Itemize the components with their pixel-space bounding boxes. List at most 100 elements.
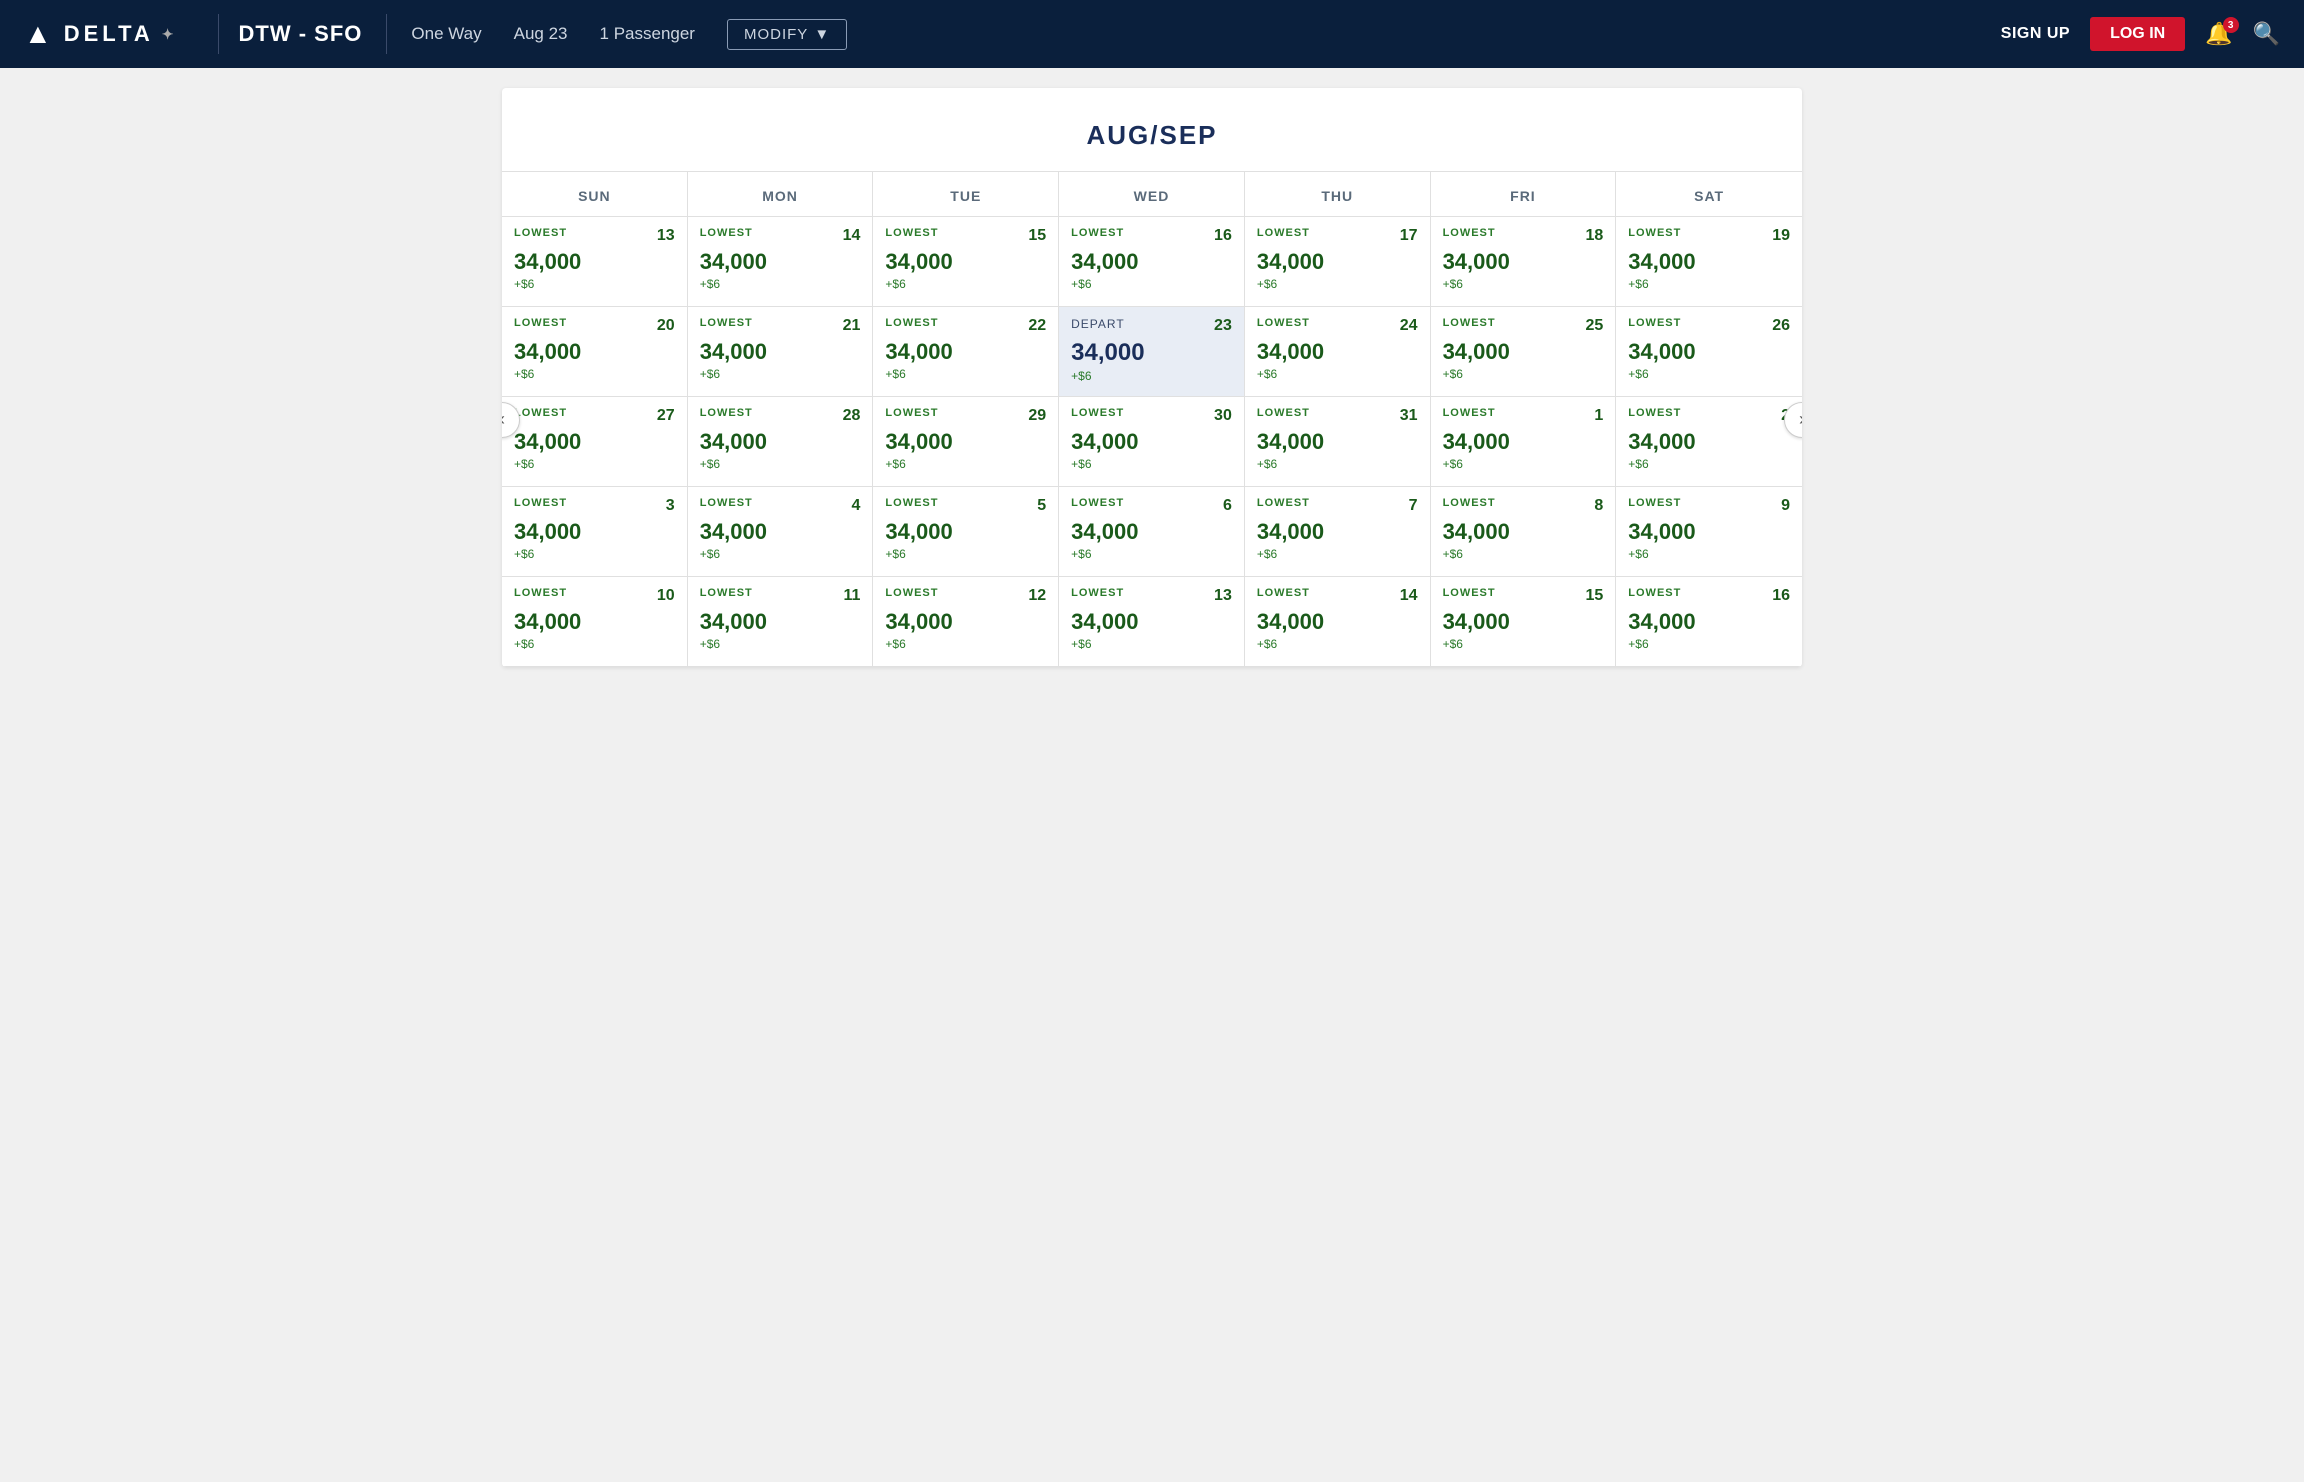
cell-price: 34,000	[1257, 519, 1418, 545]
cell-price: 34,000	[885, 519, 1046, 545]
calendar-cell[interactable]: LOWEST2134,000+$6	[688, 307, 874, 397]
cell-fee: +$6	[1071, 369, 1232, 383]
trip-date: Aug 23	[514, 24, 568, 44]
calendar-cell[interactable]: LOWEST3034,000+$6	[1059, 397, 1245, 487]
cell-label: LOWEST	[1628, 407, 1681, 419]
notification-badge: 3	[2223, 17, 2239, 33]
calendar-cell[interactable]: LOWEST2934,000+$6	[873, 397, 1059, 487]
cell-price: 34,000	[514, 249, 675, 275]
calendar-cell[interactable]: LOWEST 14 34,000 +$6	[688, 217, 874, 307]
delta-logo: ▲ DELTA ✦	[24, 18, 198, 50]
cell-label: LOWEST	[1628, 227, 1681, 239]
modify-label: MODIFY	[744, 26, 808, 43]
cell-fee: +$6	[1628, 637, 1790, 651]
signup-button[interactable]: SIGN UP	[2001, 25, 2070, 43]
calendar-cell[interactable]: LOWEST1434,000+$6	[1245, 577, 1431, 667]
cell-fee: +$6	[514, 457, 675, 471]
cell-fee: +$6	[885, 277, 1046, 291]
calendar-cell[interactable]: LOWEST1934,000+$6	[1616, 217, 1802, 307]
calendar-cell[interactable]: LOWEST2734,000+$6	[502, 397, 688, 487]
calendar-cell[interactable]: LOWEST434,000+$6	[688, 487, 874, 577]
cell-date: 14	[843, 227, 861, 245]
calendar-cell[interactable]: LOWEST1734,000+$6	[1245, 217, 1431, 307]
calendar-cell[interactable]: LOWEST934,000+$6	[1616, 487, 1802, 577]
calendar-cell[interactable]: LOWEST134,000+$6	[1431, 397, 1617, 487]
cell-label: LOWEST	[1257, 407, 1310, 419]
calendar-cell[interactable]: LOWEST1034,000+$6	[502, 577, 688, 667]
calendar-grid: LOWEST1334,000+$6LOWEST1434,000+$6LOWEST…	[502, 217, 1802, 667]
calendar-cell[interactable]: LOWEST834,000+$6	[1431, 487, 1617, 577]
cell-fee: +$6	[1071, 457, 1232, 471]
cell-date: 21	[843, 317, 861, 335]
calendar-cell[interactable]: LOWEST3134,000+$6	[1245, 397, 1431, 487]
calendar-cell[interactable]: LOWEST2434,000+$6	[1245, 307, 1431, 397]
cell-fee: +$6	[1443, 277, 1604, 291]
calendar-cell[interactable]: LOWEST1534,000+$6	[1431, 577, 1617, 667]
cell-label: LOWEST	[1071, 227, 1124, 239]
cell-fee: +$6	[1628, 367, 1790, 381]
cell-price: 34,000	[1071, 429, 1232, 455]
cell-fee: +$6	[885, 367, 1046, 381]
calendar-cell[interactable]: LOWEST534,000+$6	[873, 487, 1059, 577]
cell-date: 15	[1585, 587, 1603, 605]
cell-label: LOWEST	[700, 227, 753, 239]
cell-label: LOWEST	[1443, 497, 1496, 509]
calendar-cell[interactable]: Depart2334,000+$6	[1059, 307, 1245, 397]
modify-button[interactable]: MODIFY ▼	[727, 19, 847, 50]
day-header-mon: MON	[688, 172, 874, 216]
cell-fee: +$6	[1443, 457, 1604, 471]
calendar-cell[interactable]: LOWEST1334,000+$6	[1059, 577, 1245, 667]
cell-label: LOWEST	[1071, 497, 1124, 509]
cell-price: 34,000	[700, 519, 861, 545]
cell-fee: +$6	[1071, 547, 1232, 561]
header-actions: SIGN UP LOG IN 🔔 3 🔍	[2001, 17, 2280, 51]
calendar-cell[interactable]: LOWEST2234,000+$6	[873, 307, 1059, 397]
logo-text: DELTA	[64, 21, 154, 47]
cell-label: LOWEST	[885, 497, 938, 509]
search-button[interactable]: 🔍	[2253, 21, 2280, 47]
calendar-cell[interactable]: LOWEST1134,000+$6	[688, 577, 874, 667]
cell-label: LOWEST	[700, 587, 753, 599]
calendar-cell[interactable]: LOWEST1634,000+$6	[1059, 217, 1245, 307]
cell-fee: +$6	[1628, 277, 1790, 291]
cell-fee: +$6	[700, 277, 861, 291]
cell-label: LOWEST	[1443, 227, 1496, 239]
cell-label: LOWEST	[700, 317, 753, 329]
cell-label: LOWEST	[1443, 407, 1496, 419]
cell-label: LOWEST	[700, 497, 753, 509]
cell-price: 34,000	[1628, 249, 1790, 275]
calendar-cell[interactable]: LOWEST334,000+$6	[502, 487, 688, 577]
calendar-cell[interactable]: LOWEST2034,000+$6	[502, 307, 688, 397]
cell-fee: +$6	[1071, 277, 1232, 291]
cell-label: LOWEST	[885, 317, 938, 329]
calendar-cell[interactable]: LOWEST2534,000+$6	[1431, 307, 1617, 397]
day-header-tue: TUE	[873, 172, 1059, 216]
cell-date: 29	[1028, 407, 1046, 425]
cell-date: 13	[1214, 587, 1232, 605]
calendar-cell[interactable]: LOWEST634,000+$6	[1059, 487, 1245, 577]
cell-date: 12	[1028, 587, 1046, 605]
modify-chevron-icon: ▼	[814, 26, 830, 43]
calendar-cell[interactable]: LOWEST1334,000+$6	[502, 217, 688, 307]
calendar-nav: ‹ › SUN MON TUE WED THU FRI SAT LOWEST13…	[502, 172, 1802, 667]
calendar-cell[interactable]: LOWEST234,000+$6	[1616, 397, 1802, 487]
main-content: AUG/SEP ‹ › SUN MON TUE WED THU FRI SAT …	[0, 68, 2304, 687]
search-icon: 🔍	[2253, 21, 2280, 46]
calendar-cell[interactable]: LOWEST2634,000+$6	[1616, 307, 1802, 397]
cell-fee: +$6	[1257, 547, 1418, 561]
calendar-cell[interactable]: LOWEST1234,000+$6	[873, 577, 1059, 667]
cell-label: Depart	[1071, 317, 1125, 331]
cell-date: 17	[1400, 227, 1418, 245]
calendar-cell[interactable]: LOWEST734,000+$6	[1245, 487, 1431, 577]
calendar-cell[interactable]: LOWEST1834,000+$6	[1431, 217, 1617, 307]
cell-fee: +$6	[514, 367, 675, 381]
login-button[interactable]: LOG IN	[2090, 17, 2185, 51]
cell-price: 34,000	[1628, 339, 1790, 365]
calendar-cell[interactable]: LOWEST2834,000+$6	[688, 397, 874, 487]
calendar-cell[interactable]: LOWEST1534,000+$6	[873, 217, 1059, 307]
cell-price: 34,000	[700, 249, 861, 275]
cell-label: LOWEST	[885, 587, 938, 599]
calendar-cell[interactable]: LOWEST1634,000+$6	[1616, 577, 1802, 667]
cell-label: LOWEST	[1257, 497, 1310, 509]
notification-button[interactable]: 🔔 3	[2205, 21, 2232, 47]
